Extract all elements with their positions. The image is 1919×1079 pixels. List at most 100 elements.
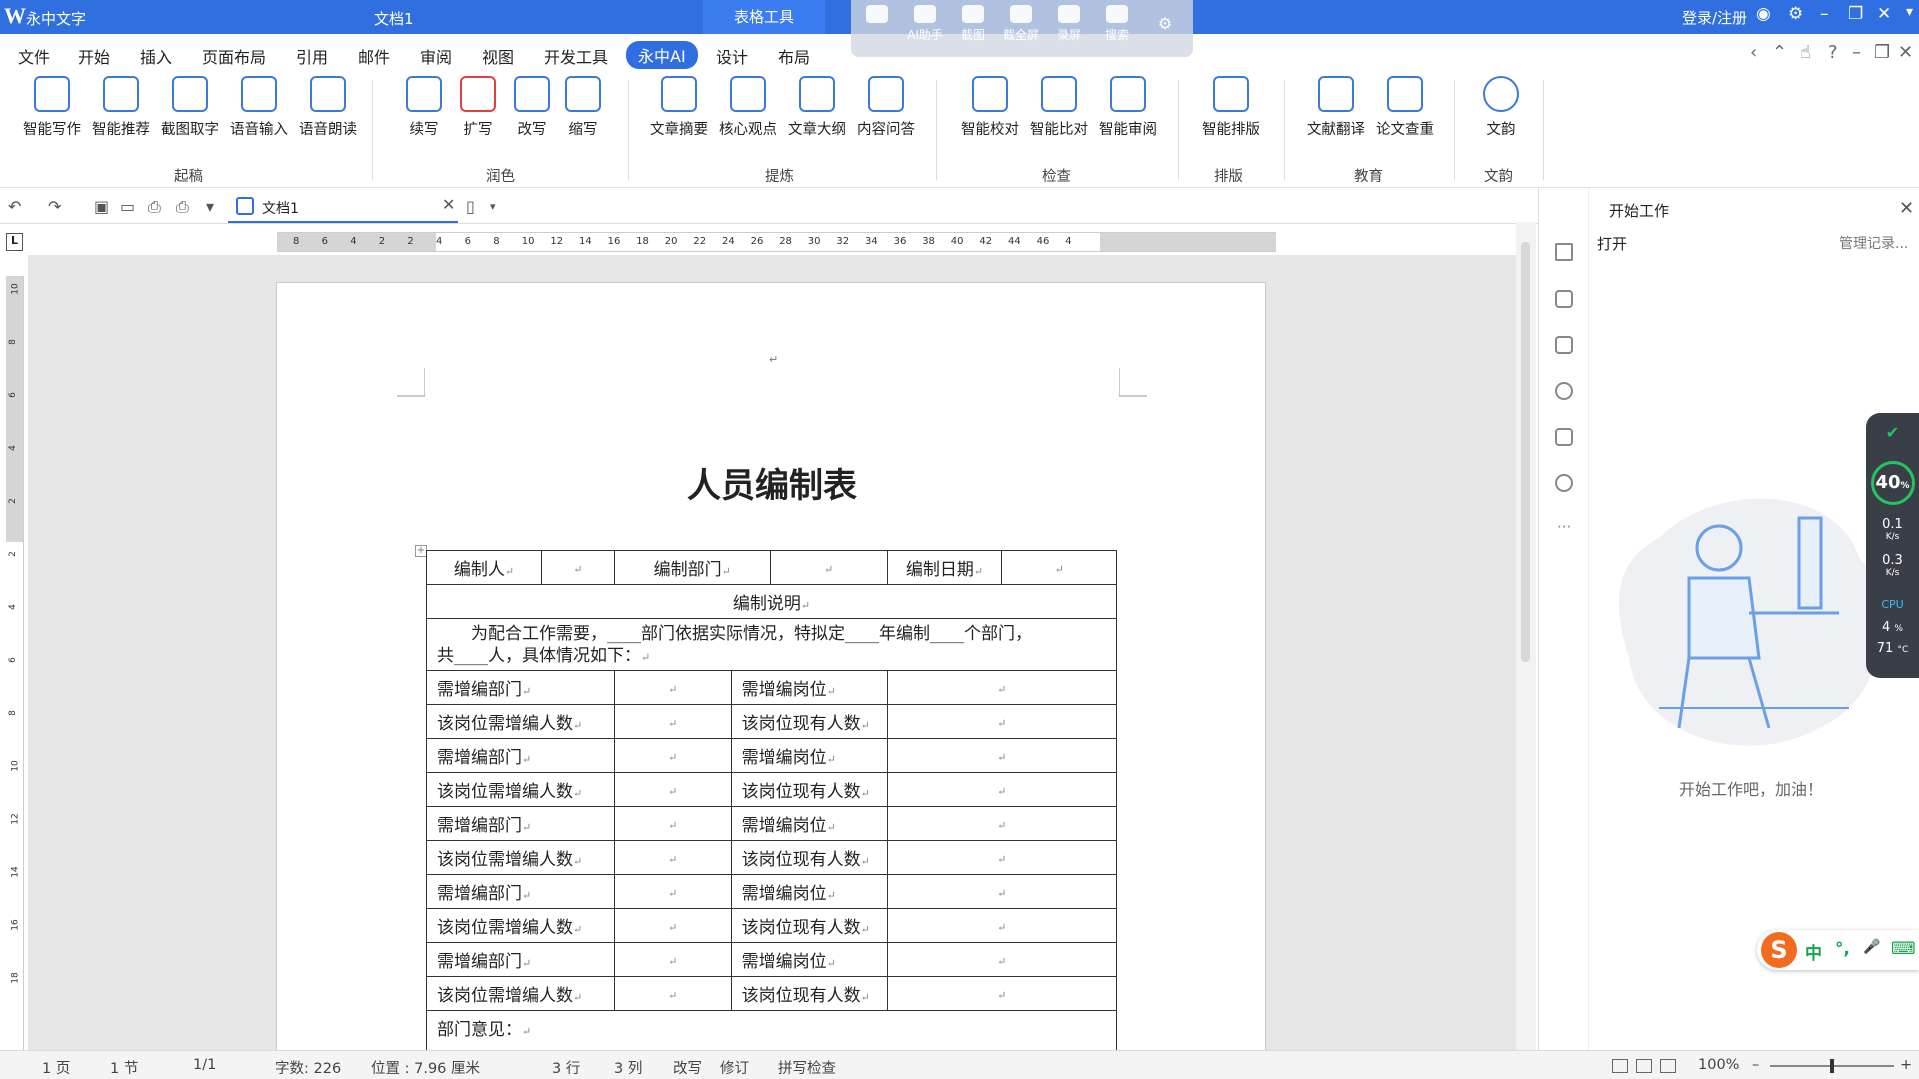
table-cell[interactable]: 需增编岗位↵ [730, 670, 888, 705]
more-icon[interactable]: ··· [1557, 518, 1571, 536]
wenyun-button[interactable]: 文韵 [1466, 72, 1536, 139]
menu-home[interactable]: 开始 [78, 44, 110, 68]
menu-references[interactable]: 引用 [296, 44, 328, 68]
smart-review-button[interactable]: 智能审阅 [1093, 72, 1163, 139]
doc-minimize-button[interactable]: – [1852, 42, 1861, 63]
status-word-count[interactable]: 字数: 226 [275, 1057, 341, 1078]
table-cell[interactable]: ↵ [769, 550, 888, 585]
close-panel-icon[interactable]: ✕ [1899, 198, 1914, 219]
menu-view[interactable]: 视图 [482, 44, 514, 68]
save-icon[interactable]: ▣ [94, 197, 112, 216]
table-cell[interactable]: ↵ [886, 874, 1118, 909]
status-overwrite[interactable]: 改写 [673, 1057, 702, 1078]
table-cell[interactable]: 该岗位现有人数↵ [730, 976, 888, 1011]
table-cell[interactable]: ↵ [886, 806, 1118, 841]
smart-compare-button[interactable]: 智能比对 [1024, 72, 1094, 139]
horizontal-ruler[interactable]: 8 6 4 2 2 4 6 8 10 12 14 16 18 20 22 24 26 28 30 32 34 36 38 40… [277, 232, 1276, 252]
vertical-scrollbar[interactable] [1516, 222, 1536, 1052]
screenshot-ocr-button[interactable]: 截图取字 [155, 72, 225, 139]
ime-microphone-icon[interactable]: 🎤 [1863, 939, 1880, 955]
open-folder-icon[interactable]: ▭ [120, 197, 138, 216]
settings-icon[interactable]: ⚙ [1788, 4, 1803, 24]
zoom-slider-thumb[interactable] [1830, 1059, 1834, 1073]
new-document-icon[interactable]: ▯ [466, 197, 484, 216]
document-area[interactable]: ↵ 人员编制表 + 编制人↵ ↵ 编制部门↵ ↵ 编制日期↵ ↵ 编制说明↵ 为… [28, 255, 1518, 1050]
new-doc-dropdown-icon[interactable]: ▾ [490, 200, 508, 218]
table-cell[interactable]: ↵ [886, 976, 1118, 1011]
table-cell[interactable]: ↵ [886, 840, 1118, 875]
table-cell[interactable]: 该岗位需增编人数↵ [426, 772, 615, 807]
plagiarism-check-button[interactable]: 论文查重 [1370, 72, 1440, 139]
login-link[interactable]: 登录/注册 [1682, 7, 1747, 28]
view-outline-icon[interactable] [1660, 1059, 1676, 1073]
table-cell[interactable]: ↵ [613, 772, 732, 807]
table-cell[interactable]: ↵ [613, 738, 732, 773]
table-cell[interactable]: 编制部门↵ [613, 550, 771, 585]
menu-design[interactable]: 设计 [716, 44, 748, 68]
float-shield-button[interactable] [857, 5, 897, 26]
redo-icon[interactable]: ↷ [48, 197, 66, 216]
outline-button[interactable]: 文章大纲 [782, 72, 852, 139]
user-icon[interactable]: ◉ [1756, 4, 1771, 24]
table-cell[interactable]: 该岗位需增编人数↵ [426, 908, 615, 943]
smart-proofread-button[interactable]: 智能校对 [955, 72, 1025, 139]
menu-file[interactable]: 文件 [18, 44, 50, 68]
print-icon[interactable]: ⎙ [176, 197, 194, 216]
status-spell-check[interactable]: 拼写检查 [778, 1057, 836, 1078]
table-cell[interactable]: 该岗位需增编人数↵ [426, 976, 615, 1011]
bookmark-icon[interactable] [1555, 428, 1573, 446]
document-tab[interactable]: 文档1 ✕ [228, 190, 458, 223]
voice-input-button[interactable]: 语音输入 [224, 72, 294, 139]
zoom-in-button[interactable]: + [1900, 1057, 1912, 1073]
table-cell[interactable]: 部门意见：↵ [426, 1010, 1117, 1050]
table-cell[interactable]: 需增编岗位↵ [730, 806, 888, 841]
pen-icon[interactable] [1555, 243, 1573, 261]
customize-dropdown-icon[interactable]: ▾ [206, 197, 224, 216]
hand-icon[interactable]: ☝ [1800, 42, 1811, 63]
table-cell[interactable]: 编制日期↵ [886, 550, 1003, 585]
key-points-button[interactable]: 核心观点 [713, 72, 783, 139]
sliders-icon[interactable] [1555, 290, 1573, 308]
table-cell[interactable]: ↵ [886, 942, 1118, 977]
smart-write-button[interactable]: 智能写作 [17, 72, 87, 139]
table-cell[interactable]: 需增编岗位↵ [730, 874, 888, 909]
close-tab-icon[interactable]: ✕ [442, 195, 455, 214]
table-cell[interactable]: ↵ [1001, 550, 1117, 585]
table-cell[interactable]: 需增编部门↵ [426, 874, 615, 909]
table-cell[interactable]: ↵ [540, 550, 615, 585]
float-settings-icon[interactable]: ⚙ [1145, 14, 1185, 33]
table-cell[interactable]: 该岗位现有人数↵ [730, 908, 888, 943]
table-cell[interactable]: ↵ [886, 704, 1118, 739]
table-cell[interactable]: 该岗位现有人数↵ [730, 772, 888, 807]
table-cell[interactable]: ↵ [613, 908, 732, 943]
table-cell[interactable]: ↵ [613, 976, 732, 1011]
close-window-button[interactable]: ✕ [1877, 4, 1891, 24]
status-revise[interactable]: 修订 [720, 1057, 749, 1078]
view-web-icon[interactable] [1636, 1059, 1652, 1073]
menu-insert[interactable]: 插入 [140, 44, 172, 68]
table-cell[interactable]: 需增编岗位↵ [730, 942, 888, 977]
table-cell[interactable]: ↵ [613, 874, 732, 909]
voice-read-button[interactable]: 语音朗读 [293, 72, 363, 139]
ime-keyboard-icon[interactable]: ⌨ [1891, 939, 1916, 959]
shorten-button[interactable]: 缩写 [548, 72, 618, 139]
document-title[interactable]: 人员编制表 [277, 458, 1267, 507]
ime-chinese-mode[interactable]: 中 [1805, 939, 1822, 964]
document-page[interactable]: ↵ 人员编制表 + 编制人↵ ↵ 编制部门↵ ↵ 编制日期↵ ↵ 编制说明↵ 为… [276, 282, 1266, 1050]
table-cell[interactable]: 该岗位现有人数↵ [730, 840, 888, 875]
menu-layout[interactable]: 布局 [778, 44, 810, 68]
doc-close-button[interactable]: ✕ [1898, 42, 1913, 63]
open-link[interactable]: 打开 [1597, 233, 1627, 254]
table-cell[interactable]: 需增编岗位↵ [730, 738, 888, 773]
menu-page-layout[interactable]: 页面布局 [202, 44, 266, 68]
zoom-level[interactable]: 100% [1698, 1057, 1739, 1073]
alert-icon[interactable] [1555, 382, 1573, 400]
ime-toolbar[interactable]: S 中 °, 🎤 ⌨ [1757, 930, 1919, 970]
table-cell[interactable]: 该岗位需增编人数↵ [426, 704, 615, 739]
undo-icon[interactable]: ↶ [8, 197, 26, 216]
restore-button[interactable]: ❐ [1848, 4, 1863, 24]
table-cell[interactable]: ↵ [886, 670, 1118, 705]
menu-developer[interactable]: 开发工具 [544, 44, 608, 68]
table-cell[interactable]: 编制人↵ [426, 550, 542, 585]
scrollbar-thumb[interactable] [1521, 242, 1530, 662]
